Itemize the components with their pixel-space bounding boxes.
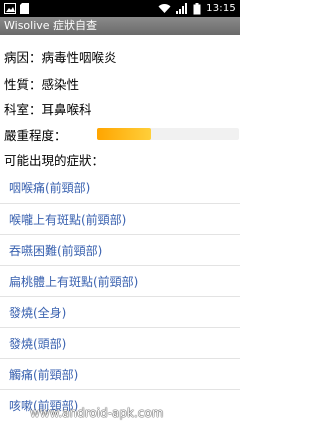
watermark: www.android-apk.com [30,406,164,420]
cause-text: 病因：病毒性咽喉炎 [4,50,117,65]
symptom-item[interactable]: 發燒(全身) [0,296,240,327]
symptoms-heading: 可能出現的症狀： [4,153,105,168]
app-title: Wisolive 症狀自查 [4,19,98,32]
severity-bar [97,128,239,140]
symptom-list[interactable]: 咽喉痛(前頸部) 喉嚨上有斑點(前頸部) 吞嚥困難(前頸部) 扁桃體上有斑點(前頸部)… [0,172,240,427]
gallery-icon [4,3,16,15]
nature-text: 性質：感染性 [4,77,80,92]
app-title-bar: Wisolive 症狀自查 [0,17,240,35]
symptom-item[interactable]: 扁桃體上有斑點(前頸部) [0,265,240,296]
department-text: 科室：耳鼻喉科 [4,102,92,117]
symptom-item[interactable]: 喉嚨上有斑點(前頸部) [0,203,240,234]
status-bar: 13:15 [0,0,240,17]
symptom-item[interactable]: 吞嚥困難(前頸部) [0,234,240,265]
symptom-item[interactable]: 發燒(頭部) [0,327,240,358]
clock: 13:15 [206,3,236,14]
severity-label: 嚴重程度： [4,128,67,143]
diagnosis-info: 病因：病毒性咽喉炎 性質：感染性 科室：耳鼻喉科 嚴重程度： [0,35,240,153]
symptom-item[interactable]: 觸痛(前頸部) [0,358,240,389]
wifi-icon [158,3,171,15]
sd-card-icon [20,3,29,15]
severity-row: 嚴重程度： [4,125,239,143]
symptom-item[interactable]: 咽喉痛(前頸部) [0,172,240,203]
battery-icon [193,2,201,15]
severity-fill [97,128,151,140]
signal-icon [176,3,188,15]
